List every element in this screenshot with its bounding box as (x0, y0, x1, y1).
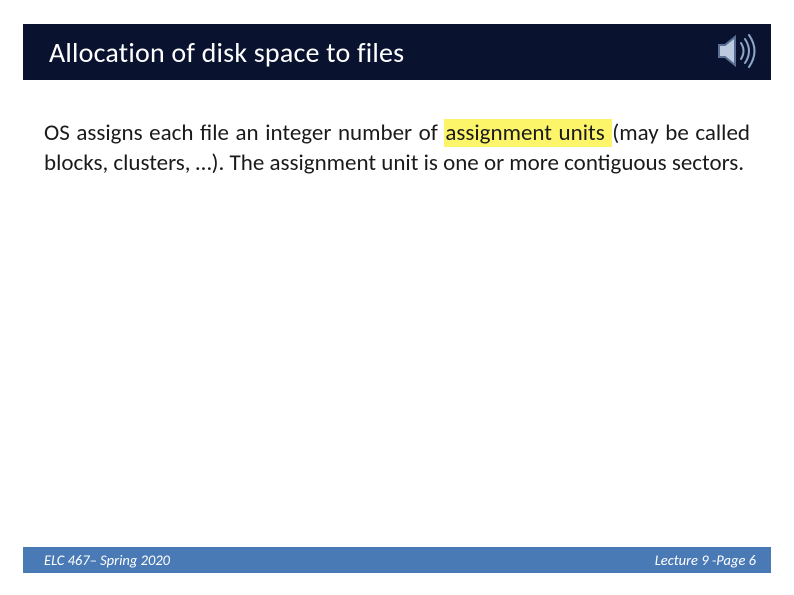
footer-right: Lecture 9 -Page 6 (655, 551, 756, 569)
slide-title: Allocation of disk space to files (49, 35, 404, 70)
slide: Allocation of disk space to files OS ass… (0, 0, 794, 595)
title-bar: Allocation of disk space to files (23, 24, 771, 80)
body-paragraph: OS assigns each file an integer number o… (44, 118, 750, 179)
footer-left: ELC 467– Spring 2020 (44, 551, 170, 569)
body-pre: OS assigns each file an integer number o… (44, 119, 444, 147)
body-highlight: assignment units (444, 119, 612, 147)
